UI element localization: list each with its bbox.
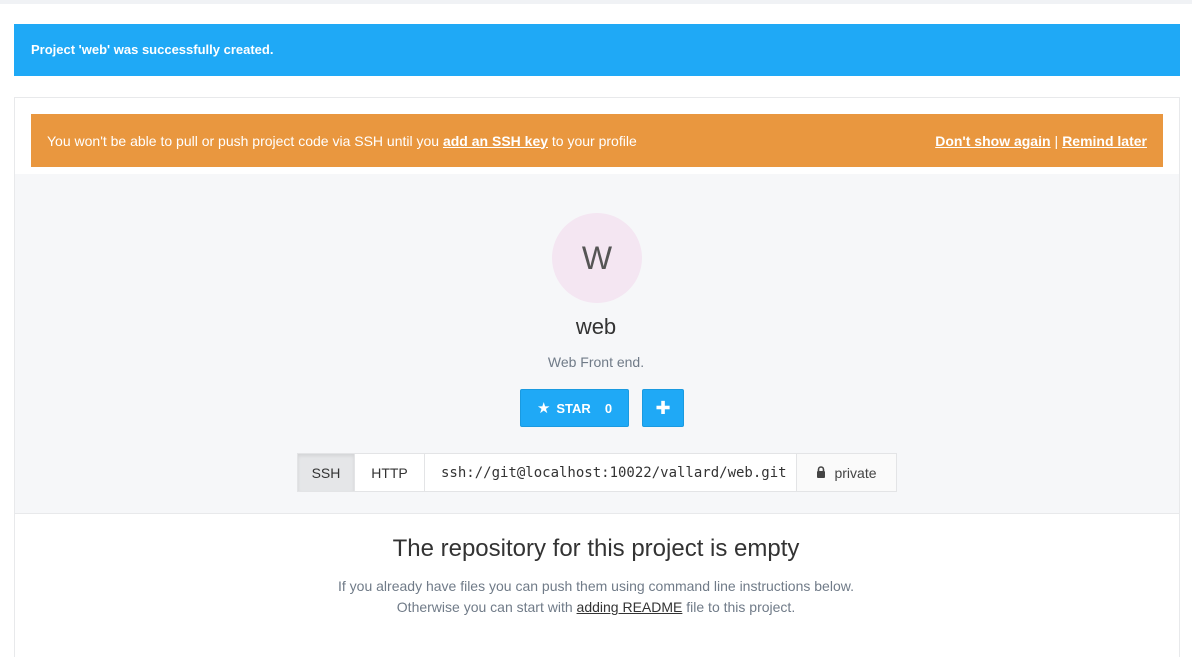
- visibility-label: private: [834, 464, 877, 481]
- ssh-warning-text-before: You won't be able to pull or push projec…: [47, 132, 440, 149]
- new-item-button[interactable]: ✚: [642, 389, 684, 427]
- star-label: STAR: [556, 400, 591, 416]
- flash-message: Project 'web' was successfully created.: [31, 42, 274, 57]
- project-description: Web Front end.: [547, 354, 645, 370]
- ssh-warning-actions: Don't show again | Remind later: [935, 133, 1147, 149]
- lock-icon: [816, 465, 826, 481]
- flash-notice: Project 'web' was successfully created.: [14, 24, 1180, 76]
- project-avatar: W: [552, 213, 642, 303]
- empty-line2-before: Otherwise you can start with: [396, 599, 573, 615]
- ssh-warning-separator: |: [1054, 132, 1059, 149]
- clone-panel: SSH HTTP ssh://git@localhost:10022/valla…: [297, 453, 897, 492]
- star-icon: ★: [536, 400, 551, 417]
- star-button[interactable]: ★ STAR 0: [520, 389, 629, 427]
- visibility-badge: private: [797, 453, 897, 492]
- ssh-warning-message: You won't be able to pull or push projec…: [47, 133, 637, 149]
- add-ssh-key-link[interactable]: add an SSH key: [443, 133, 548, 149]
- clone-url-input[interactable]: ssh://git@localhost:10022/vallard/web.gi…: [425, 453, 797, 492]
- adding-readme-link[interactable]: adding README: [577, 599, 683, 615]
- star-count: 0: [604, 400, 613, 416]
- top-strip: [0, 0, 1192, 4]
- empty-repo-line2: Otherwise you can start with adding READ…: [296, 597, 896, 618]
- clone-ssh-label: SSH: [311, 464, 341, 481]
- empty-repo-title: The repository for this project is empty: [392, 535, 800, 562]
- clone-http-tab[interactable]: HTTP: [355, 453, 425, 492]
- ssh-key-warning: You won't be able to pull or push projec…: [31, 114, 1163, 167]
- empty-repo-instructions: If you already have files you can push t…: [296, 576, 896, 618]
- empty-line2-after: file to this project.: [686, 599, 796, 615]
- dont-show-again-link[interactable]: Don't show again: [935, 133, 1050, 149]
- empty-repo-line1: If you already have files you can push t…: [338, 578, 854, 594]
- section-divider: [15, 513, 1179, 514]
- ssh-warning-text-after: to your profile: [551, 132, 637, 149]
- clone-ssh-tab[interactable]: SSH: [297, 453, 355, 492]
- project-title: web: [575, 314, 617, 339]
- remind-later-link[interactable]: Remind later: [1062, 133, 1147, 149]
- plus-icon: ✚: [655, 397, 671, 418]
- clone-http-label: HTTP: [371, 464, 408, 481]
